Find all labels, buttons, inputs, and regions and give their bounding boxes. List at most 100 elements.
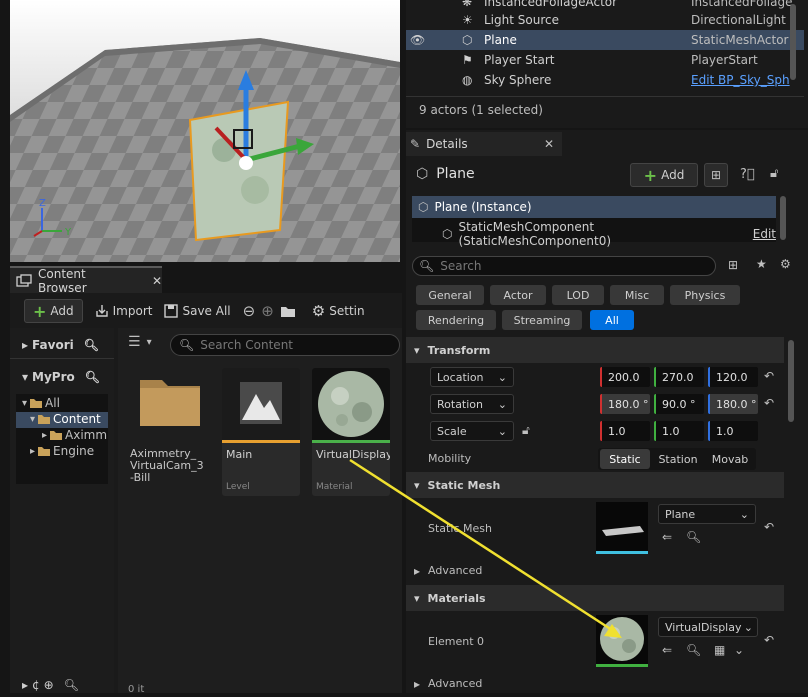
folder-icon[interactable] [280, 305, 296, 318]
scale-dropdown[interactable]: Scale ⌄ [430, 421, 514, 441]
component-row[interactable]: ⬡ StaticMeshComponent (StaticMeshCompone… [442, 220, 776, 248]
details-search-input[interactable]: 🔍︎ Search [412, 256, 716, 276]
scale-x[interactable]: 1.0 [600, 421, 650, 441]
mobility-movable[interactable]: Movab [706, 449, 754, 469]
gear-icon[interactable]: ⚙ [780, 257, 791, 271]
chevron-right-icon[interactable]: ▸ [22, 678, 28, 692]
mobility-static[interactable]: Static [600, 449, 650, 469]
plus-icon: + [33, 301, 47, 321]
asset-tile[interactable]: VirtualDisplay Material [312, 368, 390, 496]
lock-icon[interactable]: 🔓︎ [770, 166, 778, 181]
tree-item-engine[interactable]: ▸ Engine [30, 444, 94, 458]
tree-item-all[interactable]: ▾ All [22, 396, 60, 410]
filter-streaming[interactable]: Streaming [502, 310, 582, 330]
settings-button-label: Settin [329, 304, 365, 318]
collections-icon[interactable]: ¢ [32, 678, 40, 692]
use-selected-icon[interactable]: ⇐ [662, 643, 672, 657]
scale-y[interactable]: 1.0 [654, 421, 704, 441]
asset-tile[interactable]: Main Level [222, 368, 300, 496]
rotation-dropdown[interactable]: Rotation ⌄ [430, 394, 514, 414]
reset-icon[interactable]: ↶ [764, 633, 774, 647]
lock-icon[interactable]: 🔓︎ [522, 423, 530, 438]
mobility-stationary[interactable]: Station [652, 449, 704, 469]
static-mesh-advanced[interactable]: ▸ Advanced [406, 558, 784, 584]
chevron-down-icon[interactable]: ⌄ [734, 643, 744, 657]
material-thumbnail[interactable] [596, 615, 648, 667]
static-mesh-header[interactable]: ▾ Static Mesh [406, 472, 784, 498]
tree-item-aximmetry[interactable]: ▸ Aximm [42, 428, 107, 442]
project-section[interactable]: ▾ MyPro 🔍︎ [22, 370, 100, 384]
mesh-thumbnail[interactable] [596, 502, 648, 554]
outliner-row-selected[interactable]: 👁︎ ⬡ Plane StaticMeshActor [406, 30, 804, 50]
details-scrollbar[interactable] [788, 340, 794, 422]
tree-item-content[interactable]: ▾ Content [30, 412, 101, 426]
filter-actor[interactable]: Actor [490, 285, 546, 305]
outliner-row[interactable]: ☀ Light Source DirectionalLight [406, 10, 804, 30]
chevron-right-icon: ▸ [42, 429, 48, 441]
settings-button[interactable]: ⚙ Settin [312, 302, 365, 320]
folder-icon [29, 398, 43, 409]
import-button[interactable]: Import [95, 304, 152, 318]
add-component-button[interactable]: + Add [630, 163, 698, 187]
location-dropdown[interactable]: Location ⌄ [430, 367, 514, 387]
rotation-y[interactable]: 90.0 ° [654, 394, 704, 414]
save-all-button[interactable]: Save All [164, 304, 231, 318]
history-forward-icon[interactable]: ⊕ [261, 302, 274, 320]
close-icon[interactable]: ✕ [544, 137, 554, 151]
reset-icon[interactable]: ↶ [764, 396, 774, 410]
favorites-section[interactable]: ▸ Favori 🔍︎ [22, 338, 99, 352]
filter-all[interactable]: All [590, 310, 634, 330]
rotation-z[interactable]: 180.0 ° [708, 394, 758, 414]
eye-icon[interactable]: 👁︎ [410, 33, 425, 47]
actor-type: InstancedFoliage [691, 0, 793, 9]
static-mesh-dropdown[interactable]: Plane ⌄ [658, 504, 756, 524]
component-scrollbar[interactable] [780, 196, 786, 240]
checker-icon[interactable]: ▦ [714, 643, 725, 657]
reset-icon[interactable]: ↶ [764, 369, 774, 383]
chevron-down-icon[interactable]: ▾ [147, 337, 152, 348]
scale-z[interactable]: 1.0 [708, 421, 758, 441]
filter-icon[interactable]: ☰ [128, 334, 141, 350]
filter-misc[interactable]: Misc [610, 285, 664, 305]
add-collection-icon[interactable]: ⊕ [44, 678, 54, 692]
filter-general[interactable]: General [416, 285, 484, 305]
search-icon[interactable]: 🔍︎ [64, 678, 79, 692]
mobility-row: Mobility Static Station Movab [406, 446, 784, 472]
reset-icon[interactable]: ↶ [764, 520, 774, 534]
outliner-scrollbar[interactable] [790, 4, 796, 80]
asset-tile[interactable]: Aximmetry_ VirtualCam_3 -Bill [128, 366, 210, 494]
outliner-row[interactable]: ⚑ Player Start PlayerStart [406, 50, 804, 70]
edit-blueprint-link[interactable]: Edit BP_Sky_Sph [691, 73, 790, 87]
filter-rendering[interactable]: Rendering [416, 310, 496, 330]
content-browser-tab[interactable]: Content Browser ✕ [10, 266, 162, 295]
details-tab[interactable]: ✎ Details ✕ [406, 132, 562, 156]
component-row-instance[interactable]: ⬡ Plane (Instance) [412, 196, 776, 218]
component-edit-link[interactable]: Edit [753, 227, 776, 241]
help-icon[interactable]: ?⃝ [740, 167, 755, 182]
save-all-button-label: Save All [182, 304, 231, 318]
materials-advanced[interactable]: ▸ Advanced [406, 671, 784, 697]
search-icon[interactable]: 🔍︎ [84, 338, 99, 352]
add-button[interactable]: + Add [24, 299, 83, 323]
browse-icon[interactable]: 🔍︎ [686, 530, 701, 544]
materials-header[interactable]: ▾ Materials [406, 585, 784, 611]
use-selected-icon[interactable]: ⇐ [662, 530, 672, 544]
search-input[interactable]: 🔍︎ Search Content [170, 334, 400, 356]
rotation-x[interactable]: 180.0 ° [600, 394, 650, 414]
filter-lod[interactable]: LOD [552, 285, 604, 305]
transform-header[interactable]: ▾ Transform [406, 337, 784, 363]
history-back-icon[interactable]: ⊖ [243, 302, 256, 320]
material-dropdown[interactable]: VirtualDisplay ⌄ [658, 617, 758, 637]
location-x[interactable]: 200.0 [600, 367, 650, 387]
close-icon[interactable]: ✕ [152, 274, 162, 288]
blueprint-button[interactable]: ⊞ [704, 163, 728, 187]
filter-physics[interactable]: Physics [670, 285, 740, 305]
location-y[interactable]: 270.0 [654, 367, 704, 387]
grid-view-icon[interactable]: ⊞ [728, 258, 738, 272]
location-z[interactable]: 120.0 [708, 367, 758, 387]
level-viewport[interactable]: Z Y [10, 0, 400, 262]
outliner-row[interactable]: ◍ Sky Sphere Edit BP_Sky_Sph [406, 70, 804, 90]
star-icon[interactable]: ★ [756, 257, 767, 271]
browse-icon[interactable]: 🔍︎ [686, 643, 701, 657]
search-icon[interactable]: 🔍︎ [85, 370, 100, 384]
